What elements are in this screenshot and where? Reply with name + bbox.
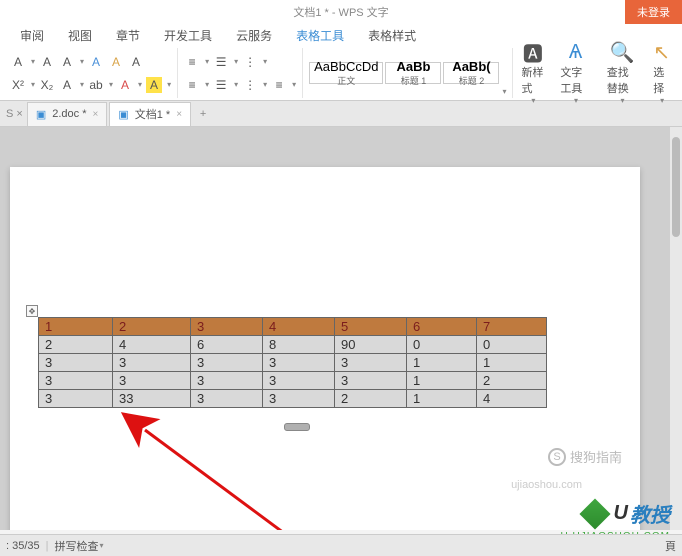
font-color-icon[interactable]: A	[88, 54, 104, 70]
table-cell[interactable]: 3	[39, 372, 113, 390]
table-cell[interactable]: 3	[191, 390, 263, 408]
align2-icon[interactable]: ≡	[184, 77, 200, 93]
paragraph-group: ≡▾ ☰▾ ⋮▾ ≡▾ ☰▾ ⋮▾ ≡▾	[178, 48, 303, 98]
font-shrink-icon[interactable]: A	[39, 54, 55, 70]
page-indicator-icon[interactable]: 頁	[665, 538, 676, 554]
doc-icon: ▣	[118, 108, 128, 121]
watermark-brand: U教授	[584, 499, 670, 528]
strikethrough-icon[interactable]: ab	[88, 77, 104, 93]
document-area: ✥ 1 2 3 4 5 6 7 246890003333311333331233…	[0, 127, 682, 530]
table-cell[interactable]: 3	[39, 354, 113, 372]
align-icon[interactable]: ≡	[184, 54, 200, 70]
table-cell[interactable]: 3	[335, 354, 407, 372]
table-row[interactable]: 33333214	[39, 390, 547, 408]
tab-prefix: S ×	[2, 108, 27, 120]
table-header-row: 1 2 3 4 5 6 7	[39, 318, 547, 336]
doc-icon: ▣	[36, 108, 46, 121]
table-row[interactable]: 3333311	[39, 354, 547, 372]
table-move-handle[interactable]: ✥	[26, 305, 38, 317]
menu-cloud[interactable]: 云服务	[224, 27, 284, 44]
close-icon[interactable]: ×	[92, 109, 98, 120]
styles-group: AaBbCcDd 正文 AaBb 标题 1 AaBb( 标题 2 ▾	[303, 48, 513, 98]
style-normal[interactable]: AaBbCcDd 正文	[309, 62, 383, 84]
text-tools-button[interactable]: Ѧ 文字工具▾	[552, 48, 598, 98]
menu-devtools[interactable]: 开发工具	[152, 27, 224, 44]
statusbar: : 35/35 | 拼写检查 ▾ 頁	[0, 534, 682, 556]
style-heading1[interactable]: AaBb 标题 1	[385, 62, 441, 84]
table-cell[interactable]: 33	[113, 390, 191, 408]
font-effects-icon[interactable]: A	[59, 77, 75, 93]
table-cell[interactable]: 3	[263, 372, 335, 390]
table-cell[interactable]: 90	[335, 336, 407, 354]
style-heading2[interactable]: AaBb( 标题 2	[443, 62, 499, 84]
doc-title: 文档1 * - WPS 文字	[293, 4, 388, 20]
indent2-icon[interactable]: ☰	[213, 77, 229, 93]
font-grow-icon[interactable]: A	[10, 54, 26, 70]
table-cell[interactable]: 2	[335, 390, 407, 408]
highlight-icon[interactable]: A	[108, 54, 124, 70]
close-icon[interactable]: ×	[176, 109, 182, 120]
select-button[interactable]: ↖ 选择▾	[645, 48, 678, 98]
table-cell[interactable]: 3	[113, 372, 191, 390]
watermark-site: ujiaoshou.com	[511, 479, 582, 491]
border-icon[interactable]: ≡	[271, 77, 287, 93]
tabbar: S × ▣ 2.doc * × ▣ 文档1 * × +	[0, 101, 682, 127]
new-style-icon: 🅰	[523, 42, 543, 64]
table-cell[interactable]: 3	[191, 354, 263, 372]
table-cell[interactable]: 3	[335, 372, 407, 390]
table-cell[interactable]: 3	[113, 354, 191, 372]
menu-table-tools[interactable]: 表格工具	[284, 27, 356, 44]
cursor-icon: ↖	[653, 42, 670, 64]
table-row[interactable]: 3333312	[39, 372, 547, 390]
tab-2doc[interactable]: ▣ 2.doc * ×	[27, 102, 108, 126]
text-tools-icon: Ѧ	[569, 42, 582, 64]
find-replace-button[interactable]: 🔍 查找替换▾	[599, 48, 645, 98]
vertical-scrollbar[interactable]	[670, 127, 682, 530]
superscript-icon[interactable]: X²	[10, 77, 26, 93]
table-cell[interactable]: 0	[477, 336, 547, 354]
text-fill-icon[interactable]: A	[117, 77, 133, 93]
text-highlight-icon[interactable]: A	[146, 77, 162, 93]
find-icon: 🔍	[610, 42, 635, 64]
add-tab-button[interactable]: +	[193, 108, 213, 120]
table-cell[interactable]: 4	[113, 336, 191, 354]
scrollbar-thumb[interactable]	[672, 137, 680, 237]
menu-chapter[interactable]: 章节	[104, 27, 152, 44]
data-table[interactable]: 1 2 3 4 5 6 7 24689000333331133333123333…	[38, 317, 547, 408]
table-cell[interactable]: 3	[263, 354, 335, 372]
table-resize-bottom[interactable]	[284, 423, 310, 431]
table-cell[interactable]: 0	[407, 336, 477, 354]
tab-doc1[interactable]: ▣ 文档1 * ×	[109, 102, 191, 126]
status-count: : 35/35	[6, 540, 40, 552]
table-cell[interactable]: 2	[39, 336, 113, 354]
table-cell[interactable]: 1	[407, 372, 477, 390]
list-icon[interactable]: ⋮	[242, 54, 258, 70]
table-cell[interactable]: 1	[407, 354, 477, 372]
font-clear-icon[interactable]: A	[59, 54, 75, 70]
spacing-icon[interactable]: ⋮	[242, 77, 258, 93]
table-cell[interactable]: 3	[191, 372, 263, 390]
table-cell[interactable]: 3	[263, 390, 335, 408]
menu-table-style[interactable]: 表格样式	[356, 27, 428, 44]
table-cell[interactable]: 1	[477, 354, 547, 372]
font-case-icon[interactable]: A	[128, 54, 144, 70]
watermark-sogou: S搜狗指南	[548, 447, 622, 466]
subscript-icon[interactable]: X₂	[39, 77, 55, 93]
table-cell[interactable]: 8	[263, 336, 335, 354]
table-cell[interactable]: 1	[407, 390, 477, 408]
table-cell[interactable]: 3	[39, 390, 113, 408]
menu-review[interactable]: 审阅	[8, 27, 56, 44]
indent-icon[interactable]: ☰	[213, 54, 229, 70]
new-style-button[interactable]: 🅰 新样式▾	[513, 48, 552, 98]
status-spellcheck[interactable]: 拼写检查	[55, 538, 99, 554]
login-button[interactable]: 未登录	[625, 0, 682, 24]
menu-view[interactable]: 视图	[56, 27, 104, 44]
table-row[interactable]: 24689000	[39, 336, 547, 354]
table-cell[interactable]: 4	[477, 390, 547, 408]
ribbon-toolbar: A▾ A A▾ A A A X²▾ X₂ A▾ ab▾ A▾ A▾ ≡▾ ☰▾ …	[0, 46, 682, 101]
font-group: A▾ A A▾ A A A X²▾ X₂ A▾ ab▾ A▾ A▾	[4, 48, 178, 98]
titlebar: 文档1 * - WPS 文字 未登录	[0, 0, 682, 24]
table-cell[interactable]: 6	[191, 336, 263, 354]
table-cell[interactable]: 2	[477, 372, 547, 390]
